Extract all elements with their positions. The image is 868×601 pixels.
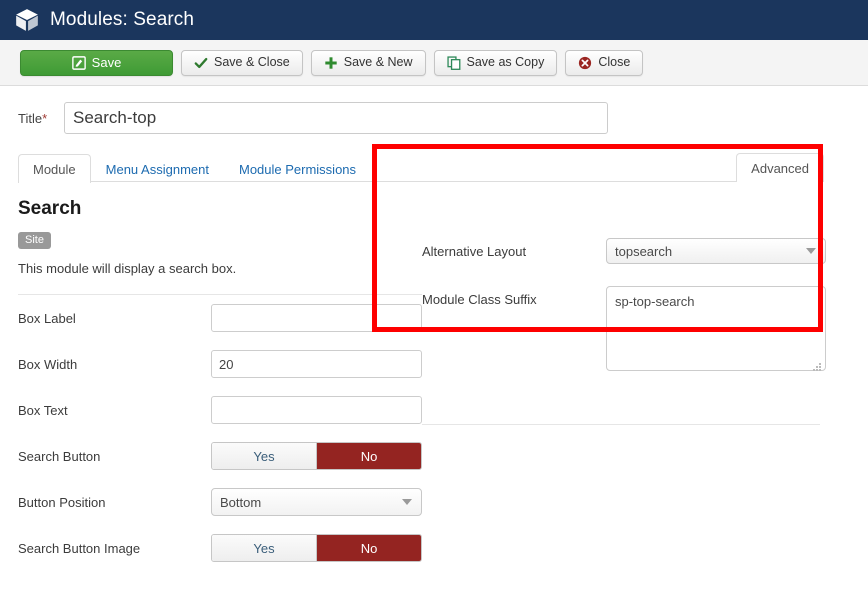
- advanced-panel: Alternative Layout topsearch Module Clas…: [422, 182, 868, 571]
- field-label-box-width: Box Width: [18, 356, 78, 372]
- copy-icon: [446, 55, 460, 70]
- field-row-box-label: Box Label: [18, 295, 422, 341]
- check-icon: [194, 57, 208, 68]
- page-title: Modules: Search: [50, 9, 195, 30]
- save-and-close-label: Save & Close: [214, 55, 290, 70]
- tab-list: Module Menu Assignment Module Permission…: [18, 153, 371, 183]
- field-label-button-position: Button Position: [18, 494, 106, 510]
- button-position-value: Bottom: [220, 494, 262, 510]
- tab-bar: Module Menu Assignment Module Permission…: [0, 148, 868, 183]
- module-class-suffix-textarea[interactable]: [606, 286, 826, 371]
- field-row-module-class-suffix: Module Class Suffix: [422, 286, 868, 376]
- chevron-down-icon: [806, 248, 816, 254]
- field-row-search-button: Search Button Yes No: [18, 433, 422, 479]
- alternative-layout-select[interactable]: topsearch: [606, 238, 826, 264]
- button-position-select[interactable]: Bottom: [211, 488, 422, 516]
- search-button-toggle[interactable]: Yes No: [211, 442, 422, 470]
- field-row-box-width: Box Width: [18, 341, 422, 387]
- save-as-copy-label: Save as Copy: [466, 55, 545, 70]
- alternative-layout-value: topsearch: [615, 243, 673, 259]
- chevron-down-icon: [402, 499, 412, 505]
- tab-module[interactable]: Module: [18, 154, 91, 183]
- field-label-box-label: Box Label: [18, 310, 76, 326]
- box-label-input[interactable]: [211, 304, 422, 332]
- search-button-toggle-no[interactable]: No: [317, 443, 421, 469]
- box-text-input[interactable]: [211, 396, 422, 424]
- search-button-toggle-yes[interactable]: Yes: [212, 443, 317, 469]
- pencil-square-icon: [71, 55, 86, 70]
- field-row-button-position: Button Position Bottom: [18, 479, 422, 525]
- save-button-label: Save: [91, 55, 122, 70]
- tab-advanced[interactable]: Advanced: [736, 153, 824, 182]
- status-badge: Site: [18, 232, 51, 249]
- save-button[interactable]: Save: [20, 49, 173, 76]
- module-panel: Search Site This module will display a s…: [18, 182, 422, 571]
- save-and-new-label: Save & New: [343, 55, 413, 70]
- module-class-suffix-wrap: [606, 286, 826, 376]
- content-columns: Search Site This module will display a s…: [0, 182, 868, 571]
- tab-menu-assignment[interactable]: Menu Assignment: [91, 154, 224, 183]
- field-label-alternative-layout: Alternative Layout: [422, 244, 527, 259]
- toolbar: Save Save & Close Save & New Save as Cop…: [0, 40, 868, 86]
- field-label-box-text: Box Text: [18, 402, 68, 418]
- title-field-label: Title*: [18, 111, 64, 126]
- advanced-section-divider: [422, 424, 820, 425]
- required-marker: *: [42, 110, 48, 126]
- field-label-search-button-image: Search Button Image: [18, 540, 141, 556]
- cube-module-icon: [16, 9, 38, 31]
- module-description: This module will display a search box.: [18, 261, 237, 276]
- plus-icon: [325, 56, 337, 69]
- save-as-copy-button[interactable]: Save as Copy: [433, 49, 558, 76]
- search-button-image-toggle[interactable]: Yes No: [211, 534, 422, 562]
- tab-module-permissions[interactable]: Module Permissions: [224, 154, 371, 183]
- box-width-input[interactable]: [211, 350, 422, 378]
- field-row-alternative-layout: Alternative Layout topsearch: [422, 238, 868, 264]
- module-name: Search: [18, 198, 82, 219]
- save-and-close-button[interactable]: Save & Close: [181, 49, 303, 76]
- save-and-new-button[interactable]: Save & New: [310, 49, 426, 76]
- search-button-image-toggle-yes[interactable]: Yes: [212, 535, 317, 561]
- close-button-label: Close: [598, 55, 631, 70]
- close-button[interactable]: Close: [565, 49, 644, 76]
- page-body: Title* Module Menu Assignment Module Per…: [0, 86, 868, 571]
- field-row-box-text: Box Text: [18, 387, 422, 433]
- field-row-search-button-image: Search Button Image Yes No: [18, 525, 422, 571]
- search-button-image-toggle-no[interactable]: No: [317, 535, 421, 561]
- close-circle-icon: [579, 56, 592, 69]
- title-input[interactable]: [64, 102, 608, 134]
- field-label-module-class-suffix: Module Class Suffix: [422, 292, 537, 307]
- title-field-row: Title*: [0, 86, 868, 134]
- title-label-text: Title: [18, 110, 43, 126]
- field-label-search-button: Search Button: [18, 448, 101, 464]
- app-header: Modules: Search: [0, 0, 868, 40]
